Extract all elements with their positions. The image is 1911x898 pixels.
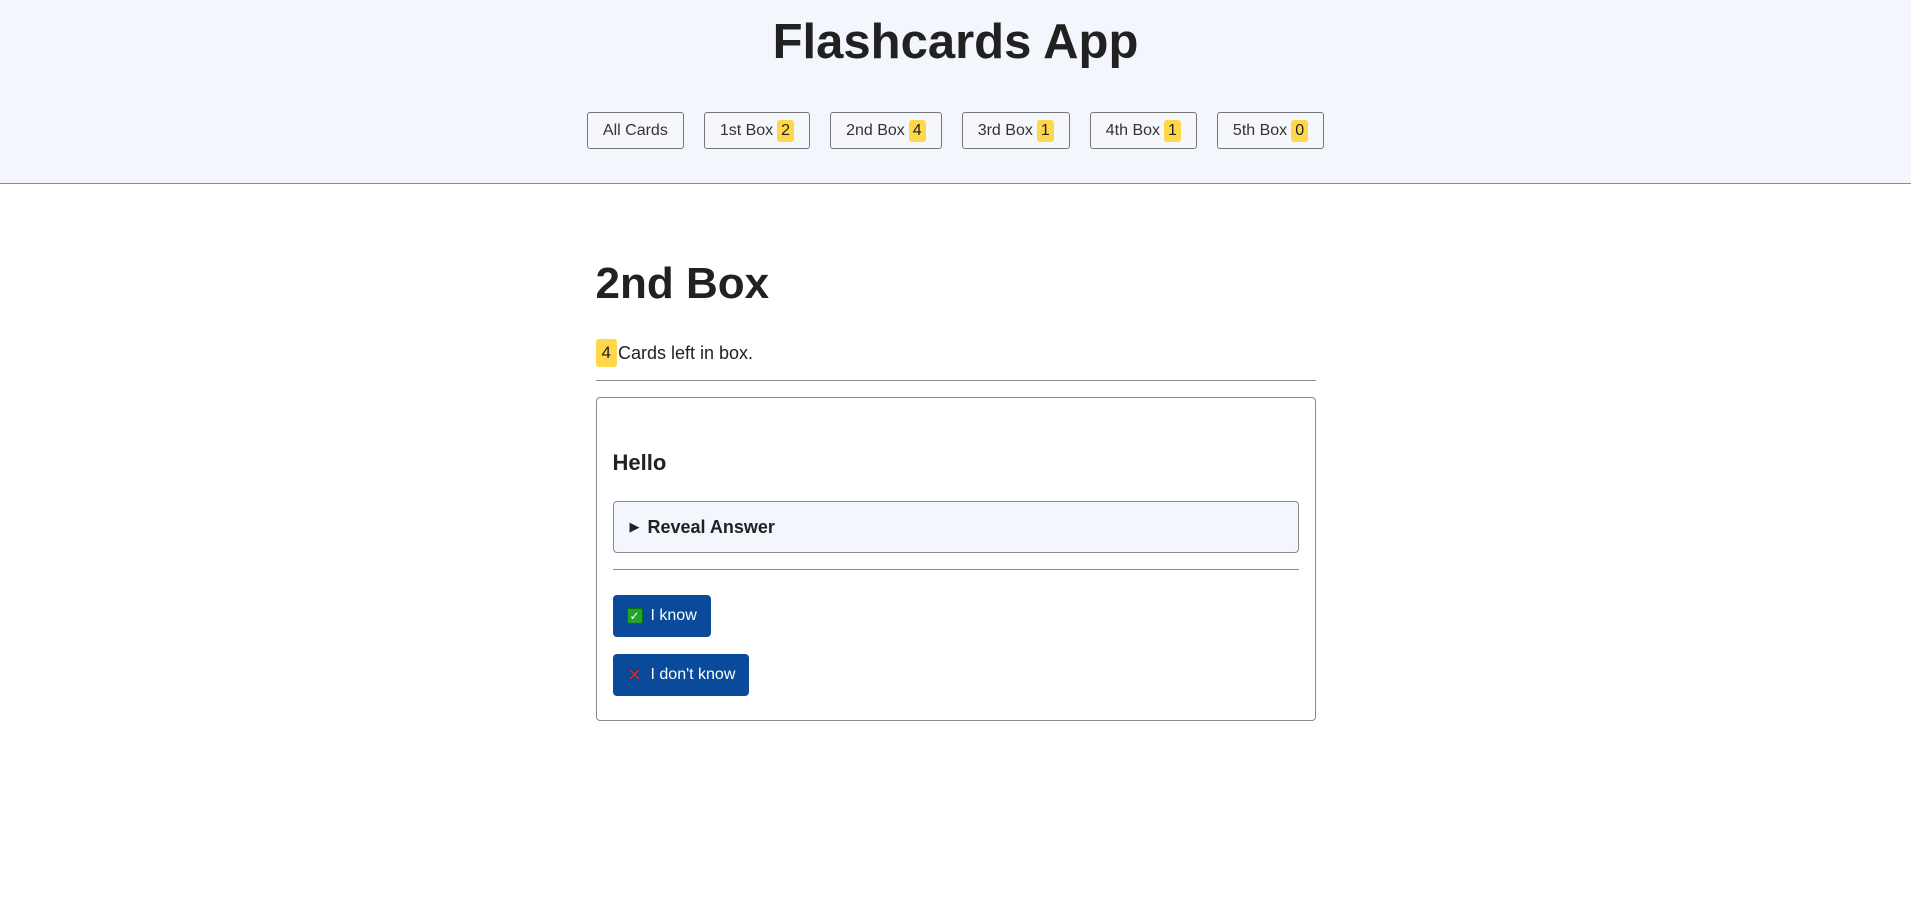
i-know-label: I know — [650, 607, 697, 624]
dont-know-row: ✕ I don't know — [612, 654, 1299, 696]
app-header: Flashcards App All Cards 1st Box 2 2nd B… — [0, 0, 1911, 184]
remaining-count-badge: 4 — [595, 339, 617, 367]
reveal-answer-toggle[interactable]: ▶ Reveal Answer — [612, 501, 1299, 553]
i-dont-know-button[interactable]: ✕ I don't know — [612, 654, 750, 696]
box-nav: All Cards 1st Box 2 2nd Box 4 3rd Box 1 … — [0, 112, 1911, 149]
check-mark-icon: ✓ — [626, 608, 643, 624]
reveal-answer-label: Reveal Answer — [647, 516, 775, 537]
cross-mark-icon: ✕ — [626, 664, 643, 685]
nav-5th-box-button[interactable]: 5th Box 0 — [1216, 112, 1325, 149]
triangle-right-icon: ▶ — [629, 519, 640, 534]
card-divider — [612, 569, 1299, 570]
flashcard: Hello ▶ Reveal Answer ✓ I know ✕ I don't… — [595, 397, 1316, 721]
box-title: 2nd Box — [595, 259, 770, 308]
nav-label: 4th Box — [1105, 121, 1161, 139]
nav-label: 1st Box — [719, 121, 774, 139]
count-badge: 0 — [1291, 119, 1309, 142]
card-question: Hello — [612, 450, 667, 475]
i-dont-know-label: I don't know — [650, 666, 736, 683]
app-title: Flashcards App — [772, 15, 1139, 69]
count-badge: 2 — [777, 119, 795, 142]
nav-1st-box-button[interactable]: 1st Box 2 — [703, 112, 811, 149]
nav-label: All Cards — [602, 121, 668, 139]
main-content: 2nd Box 4 Cards left in box. Hello ▶ Rev… — [595, 184, 1316, 721]
nav-all-cards-button[interactable]: All Cards — [586, 112, 684, 149]
i-know-button[interactable]: ✓ I know — [612, 595, 711, 637]
nav-4th-box-button[interactable]: 4th Box 1 — [1089, 112, 1197, 149]
nav-label: 3rd Box — [977, 121, 1033, 139]
know-row: ✓ I know — [612, 595, 1299, 637]
nav-2nd-box-button[interactable]: 2nd Box 4 — [830, 112, 942, 149]
count-badge: 1 — [1036, 119, 1054, 142]
nav-label: 5th Box — [1232, 121, 1288, 139]
nav-3rd-box-button[interactable]: 3rd Box 1 — [961, 112, 1070, 149]
cards-remaining: 4 Cards left in box. — [595, 339, 1316, 367]
nav-label: 2nd Box — [846, 121, 905, 139]
count-badge: 4 — [908, 119, 926, 142]
divider — [595, 380, 1316, 381]
remaining-text: Cards left in box. — [617, 342, 754, 363]
count-badge: 1 — [1164, 119, 1181, 142]
